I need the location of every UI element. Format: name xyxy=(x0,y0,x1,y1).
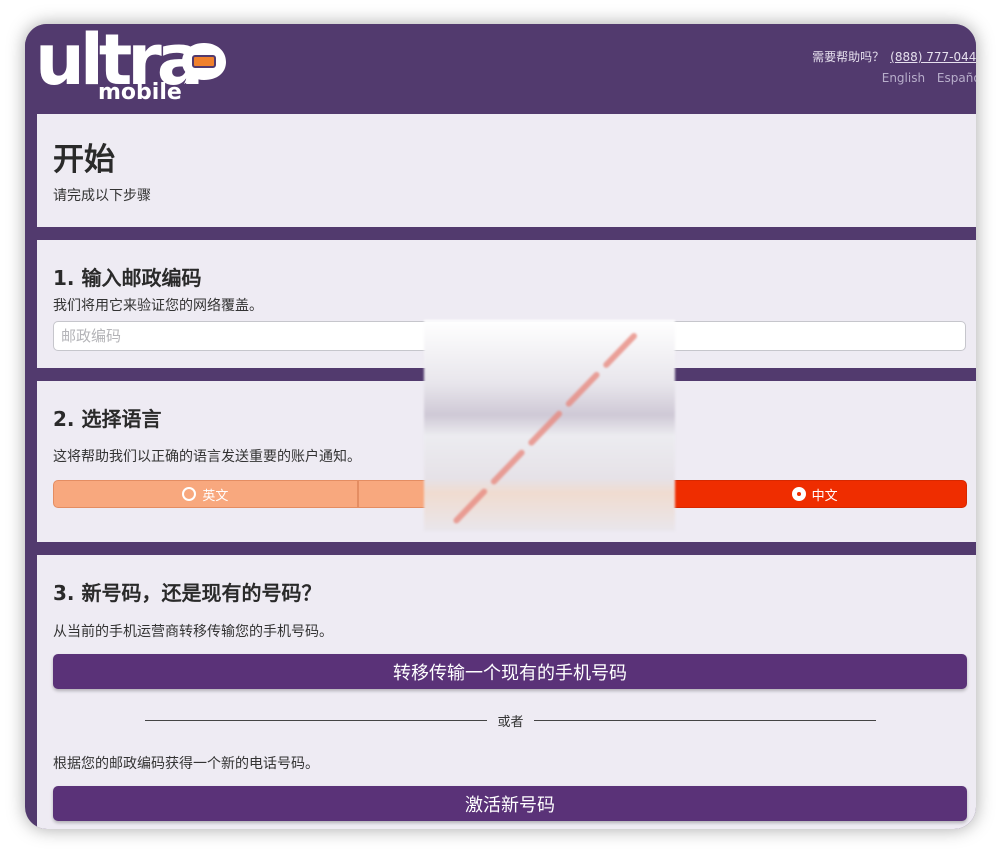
step2-description: 这将帮助我们以正确的语言发送重要的账户通知。 xyxy=(53,449,361,465)
new-number-description: 根据您的邮政编码获得一个新的电话号码。 xyxy=(53,756,319,772)
divider-line xyxy=(534,720,876,721)
obscured-region xyxy=(424,320,675,531)
language-links: English Español xyxy=(874,71,976,85)
intro-panel: 开始 请完成以下步骤 xyxy=(37,114,976,227)
step1-title: 1. 输入邮政编码 xyxy=(53,266,202,290)
page-subtitle: 请完成以下步骤 xyxy=(53,188,151,204)
page-title: 开始 xyxy=(53,142,115,178)
divider-line xyxy=(145,720,487,721)
lang-option-label: 中文 xyxy=(811,488,838,504)
transfer-number-button[interactable]: 转移传输一个现有的手机号码 xyxy=(53,654,967,689)
lang-option-chinese[interactable]: 中文 xyxy=(662,480,968,508)
radio-selected-icon xyxy=(791,487,806,501)
site-header: ultra mobile 需要帮助吗？ (888) 777-0446 Englis… xyxy=(25,24,976,114)
lang-option-english[interactable]: 英文 xyxy=(53,480,358,508)
radio-icon xyxy=(182,487,197,501)
lang-option-label: 英文 xyxy=(202,488,229,504)
support-phone-link[interactable]: (888) 777-0446 xyxy=(890,50,976,64)
logo-bubble-icon xyxy=(182,43,226,84)
lang-link-english[interactable]: English xyxy=(882,71,925,85)
or-divider: 或者 xyxy=(145,711,876,731)
step2-title: 2. 选择语言 xyxy=(53,407,162,431)
or-label: 或者 xyxy=(497,715,524,730)
logo-subtext: mobile xyxy=(98,80,182,105)
help-line: 需要帮助吗？ (888) 777-0446 xyxy=(812,48,976,65)
activate-new-number-button[interactable]: 激活新号码 xyxy=(53,786,967,821)
app-window: ultra mobile 需要帮助吗？ (888) 777-0446 Englis… xyxy=(25,24,976,829)
redaction-stroke-icon xyxy=(449,333,637,528)
number-panel: 3. 新号码，还是现有的号码？ 从当前的手机运营商转移传输您的手机号码。 转移传… xyxy=(37,555,976,829)
step3-title: 3. 新号码，还是现有的号码？ xyxy=(53,581,322,605)
step1-description: 我们将用它来验证您的网络覆盖。 xyxy=(53,298,263,314)
lang-link-espanol[interactable]: Español xyxy=(937,71,976,85)
help-label: 需要帮助吗？ xyxy=(812,50,885,64)
transfer-description: 从当前的手机运营商转移传输您的手机号码。 xyxy=(53,624,333,640)
